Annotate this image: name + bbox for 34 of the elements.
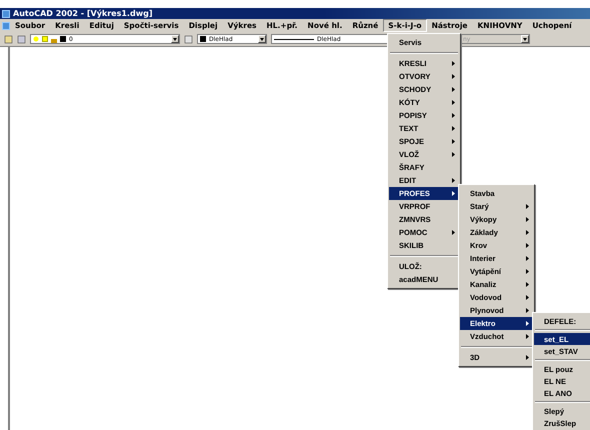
- submenu-arrow-icon: [526, 204, 529, 209]
- submenu-arrow-icon: [452, 191, 455, 196]
- caret-icon: [173, 38, 177, 40]
- app-icon: [2, 10, 10, 18]
- submenu-arrow-icon: [452, 61, 455, 66]
- submenu-arrow-icon: [452, 74, 455, 79]
- submenu-arrow-icon: [452, 100, 455, 105]
- caret-icon: [523, 38, 527, 40]
- submenu-arrow-icon: [452, 139, 455, 144]
- color-swatch-icon: [60, 36, 66, 42]
- submenu-arrow-icon: [526, 282, 529, 287]
- submenu-arrow-icon: [526, 217, 529, 222]
- submenu-arrow-icon: [452, 152, 455, 157]
- line-sample-icon: [274, 38, 314, 40]
- submenu-arrow-icon: [526, 295, 529, 300]
- submenu-arrow-icon: [452, 230, 455, 235]
- submenu-arrow-icon: [526, 269, 529, 274]
- sun-icon: [42, 36, 48, 42]
- color-swatch-icon: [200, 36, 206, 42]
- caret-icon: [260, 38, 264, 40]
- submenu-arrow-icon: [452, 178, 455, 183]
- window-title: AutoCAD 2002 - [Výkres1.dwg]: [13, 9, 152, 18]
- submenu-arrow-icon: [526, 230, 529, 235]
- submenu-arrow-icon: [452, 87, 455, 92]
- submenu-arrow-icon: [526, 256, 529, 261]
- submenu-arrow-icon: [452, 126, 455, 131]
- submenu-arrow-icon: [452, 113, 455, 118]
- submenu-arrow-icon: [526, 308, 529, 313]
- bulb-icon: [33, 36, 39, 42]
- submenu-arrow-icon: [526, 321, 529, 326]
- submenu-arrow-icon: [526, 355, 529, 360]
- document-icon[interactable]: [2, 22, 10, 30]
- submenu-arrow-icon: [526, 243, 529, 248]
- submenu-arrow-icon: [526, 334, 529, 339]
